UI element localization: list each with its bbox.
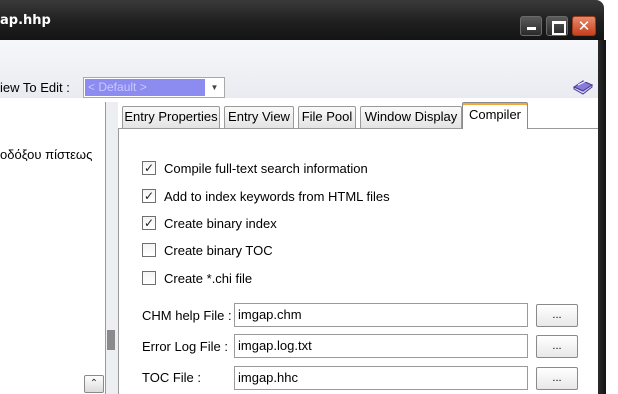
panel-splitter[interactable] [106,102,118,394]
chm-help-file-label: CHM help File : [142,308,232,323]
view-to-edit-label: iew To Edit : [0,80,70,95]
checkbox-unchecked-icon[interactable] [142,271,156,285]
checkbox-checked-icon[interactable]: ✓ [142,216,156,230]
window-title: ap.hhp [0,13,51,28]
error-log-file-input[interactable]: imgap.log.txt [234,334,528,358]
minimize-button[interactable] [520,16,542,36]
toc-file-input[interactable]: imgap.hhc [234,366,528,390]
entry-tree-panel[interactable]: οδόξου πίστεως [0,102,106,394]
book-icon[interactable] [572,76,594,96]
error-log-file-browse-button[interactable]: ... [536,335,578,358]
tab-window-display[interactable]: Window Display [360,106,462,128]
scroll-up-button[interactable]: ⌃ [84,375,104,393]
view-selected-value: < Default > [85,79,205,96]
tab-entry-properties[interactable]: Entry Properties [122,106,220,128]
title-bar: ap.hhp ✕ [0,0,604,40]
chm-help-file-browse-button[interactable]: ... [536,304,578,327]
window-frame-right [598,40,606,394]
toc-file-label: TOC File : [142,370,201,385]
close-button[interactable]: ✕ [572,16,596,36]
tab-file-pool[interactable]: File Pool [298,106,356,128]
close-icon: ✕ [577,17,591,35]
maximize-button[interactable] [546,16,568,36]
tab-entry-view[interactable]: Entry View [224,106,294,128]
dropdown-arrow-icon[interactable]: ▼ [206,79,223,96]
checkbox-unchecked-icon[interactable] [142,243,156,257]
view-to-edit-select[interactable]: < Default > ▼ [83,77,225,98]
maximize-icon [547,17,567,35]
chm-help-file-input[interactable]: imgap.chm [234,303,528,327]
toc-file-browse-button[interactable]: ... [536,367,578,390]
tree-item[interactable]: οδόξου πίστεως [0,147,92,162]
tab-compiler[interactable]: Compiler [462,102,528,129]
minimize-icon [521,17,541,35]
error-log-file-label: Error Log File : [142,339,228,354]
checkbox-checked-icon[interactable]: ✓ [142,161,156,175]
splitter-handle[interactable] [107,330,115,350]
checkbox-checked-icon[interactable]: ✓ [142,189,156,203]
